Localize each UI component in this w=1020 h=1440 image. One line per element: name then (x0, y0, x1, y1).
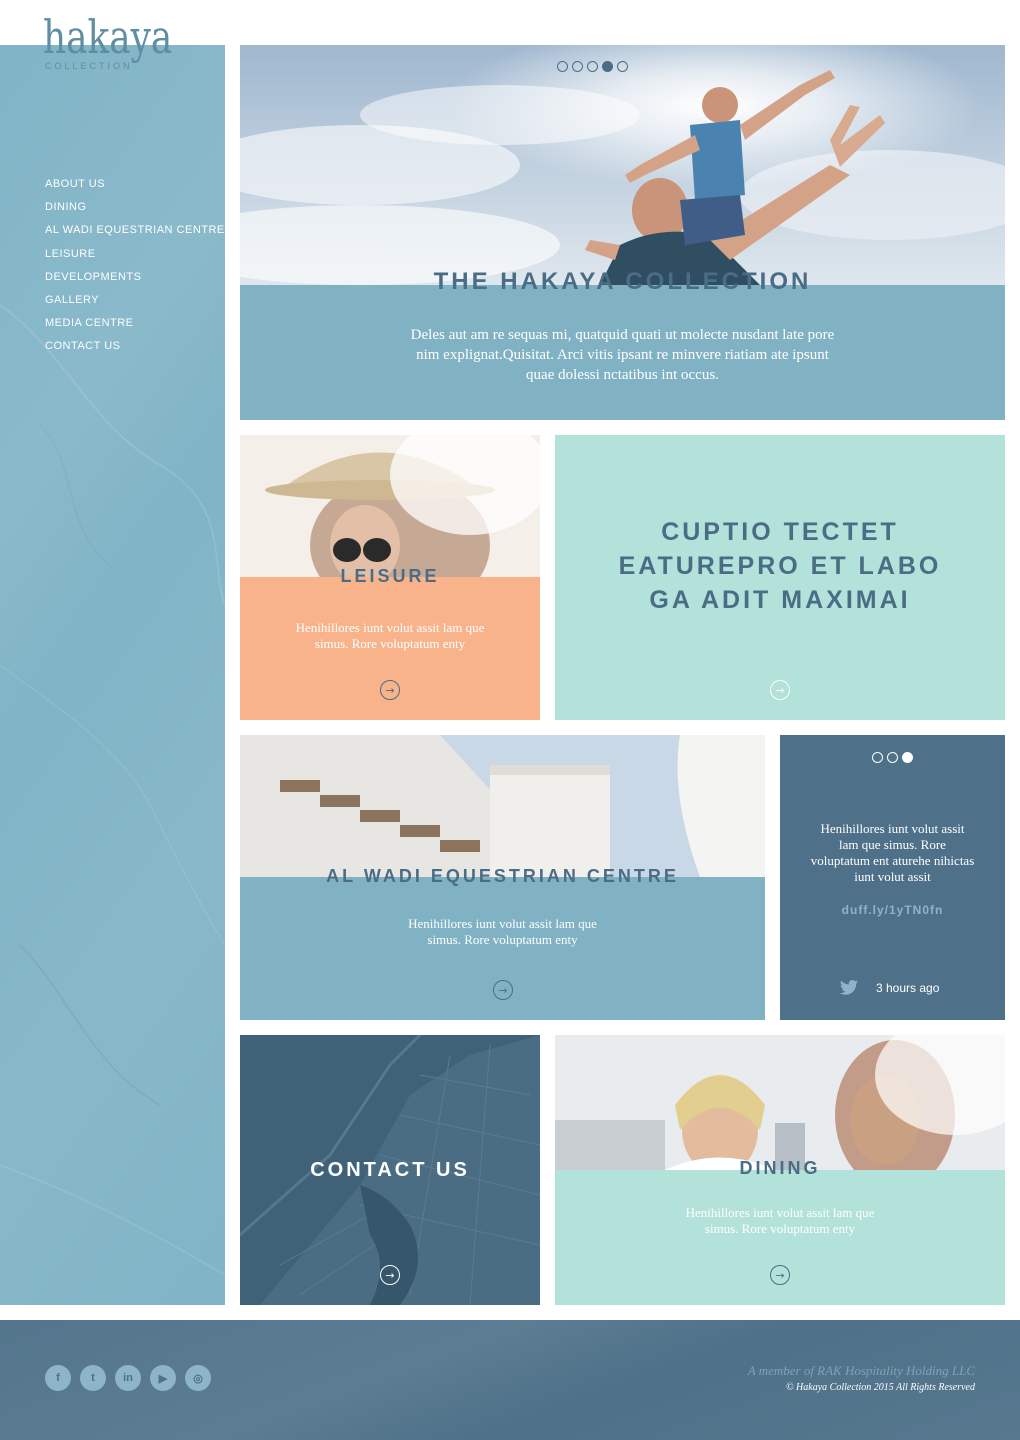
sidebar: ABOUT US DINING AL WADI EQUESTRIAN CENTR… (0, 45, 225, 1305)
leisure-image (240, 435, 540, 615)
tweet-dot-3-active[interactable] (902, 752, 913, 763)
hero-title: THE HAKAYA COLLECTION (433, 268, 812, 295)
dining-description: Henihillores iunt volut assit lam que si… (685, 1205, 875, 1236)
dining-title: DINING (739, 1158, 821, 1178)
hero-dot-1[interactable] (557, 61, 568, 72)
tweet-slider-dots (872, 752, 913, 763)
instagram-icon[interactable]: ◎ (185, 1365, 211, 1391)
tweet-link[interactable]: duff.ly/1yTN0fn (780, 903, 1005, 917)
hero-dot-4-active[interactable] (602, 61, 613, 72)
nav-item-dining[interactable]: DINING (45, 200, 225, 223)
hero-dot-5[interactable] (617, 61, 628, 72)
tweet-tile: Henihillores iunt volut assit lam que si… (780, 735, 1005, 1020)
main-nav: ABOUT US DINING AL WADI EQUESTRIAN CENTR… (45, 177, 225, 363)
hero-dot-3[interactable] (587, 61, 598, 72)
logo[interactable]: hakaya COLLECTION (43, 14, 193, 74)
footer-copyright: © Hakaya Collection 2015 All Rights Rese… (785, 1382, 975, 1393)
leisure-tile[interactable]: LEISURE Henihillores iunt volut assit la… (240, 435, 540, 720)
feature-line-1: CUPTIO TECTET (661, 518, 899, 546)
hero-image (240, 45, 1005, 285)
logo-subtitle: COLLECTION (45, 61, 133, 71)
tweet-text: Henihillores iunt volut assit lam que si… (810, 821, 975, 884)
logo-wordmark: hakaya (43, 10, 173, 64)
equestrian-image (240, 735, 765, 877)
footer: f t in ▶ ◎ A member of RAK Hospitality H… (0, 1320, 1020, 1440)
nav-item-leisure[interactable]: LEISURE (45, 247, 225, 270)
hero-description: Deles aut am re sequas mi, quatquid quat… (410, 327, 835, 383)
dining-arrow-icon[interactable]: → (770, 1265, 790, 1285)
equestrian-description: Henihillores iunt volut assit lam que si… (408, 916, 597, 947)
nav-item-gallery[interactable]: GALLERY (45, 293, 225, 316)
leisure-title: LEISURE (340, 566, 440, 586)
nav-item-equestrian[interactable]: AL WADI EQUESTRIAN CENTRE (45, 223, 225, 246)
hero-slider-dots (557, 61, 628, 72)
nav-item-about-us[interactable]: ABOUT US (45, 177, 225, 200)
feature-tile: CUPTIO TECTET EATUREPRO ET LABO GA ADIT … (555, 435, 1005, 720)
linkedin-icon[interactable]: in (115, 1365, 141, 1391)
nav-item-contact-us[interactable]: CONTACT US (45, 339, 225, 362)
contact-arrow-icon[interactable]: → (380, 1265, 400, 1285)
equestrian-tile[interactable]: AL WADI EQUESTRIAN CENTRE Henihillores i… (240, 735, 765, 1020)
twitter-icon[interactable]: t (80, 1365, 106, 1391)
dining-tile[interactable]: DINING Henihillores iunt volut assit lam… (555, 1035, 1005, 1305)
hero-slider: THE HAKAYA COLLECTION Deles aut am re se… (240, 45, 1005, 420)
dining-image (555, 1035, 1005, 1190)
youtube-icon[interactable]: ▶ (150, 1365, 176, 1391)
social-links: f t in ▶ ◎ (45, 1365, 211, 1391)
feature-arrow-icon[interactable]: → (770, 680, 790, 700)
feature-line-3: GA ADIT MAXIMAI (649, 586, 911, 614)
nav-item-developments[interactable]: DEVELOPMENTS (45, 270, 225, 293)
twitter-bird-icon (840, 980, 858, 995)
contact-tile[interactable]: CONTACT US → (240, 1035, 540, 1305)
footer-member-text: A member of RAK Hospitality Holding LLC (747, 1363, 975, 1378)
hero-dot-2[interactable] (572, 61, 583, 72)
leisure-description: Henihillores iunt volut assit lam que si… (295, 620, 485, 651)
feature-line-2: EATUREPRO ET LABO (618, 552, 942, 580)
tweet-dot-2[interactable] (887, 752, 898, 763)
equestrian-title: AL WADI EQUESTRIAN CENTRE (326, 866, 679, 886)
tweet-dot-1[interactable] (872, 752, 883, 763)
tweet-time: 3 hours ago (876, 981, 940, 995)
nav-item-media-centre[interactable]: MEDIA CENTRE (45, 316, 225, 339)
leisure-arrow-icon[interactable]: → (380, 680, 400, 700)
equestrian-arrow-icon[interactable]: → (493, 980, 513, 1000)
facebook-icon[interactable]: f (45, 1365, 71, 1391)
contact-title: CONTACT US (310, 1159, 470, 1181)
